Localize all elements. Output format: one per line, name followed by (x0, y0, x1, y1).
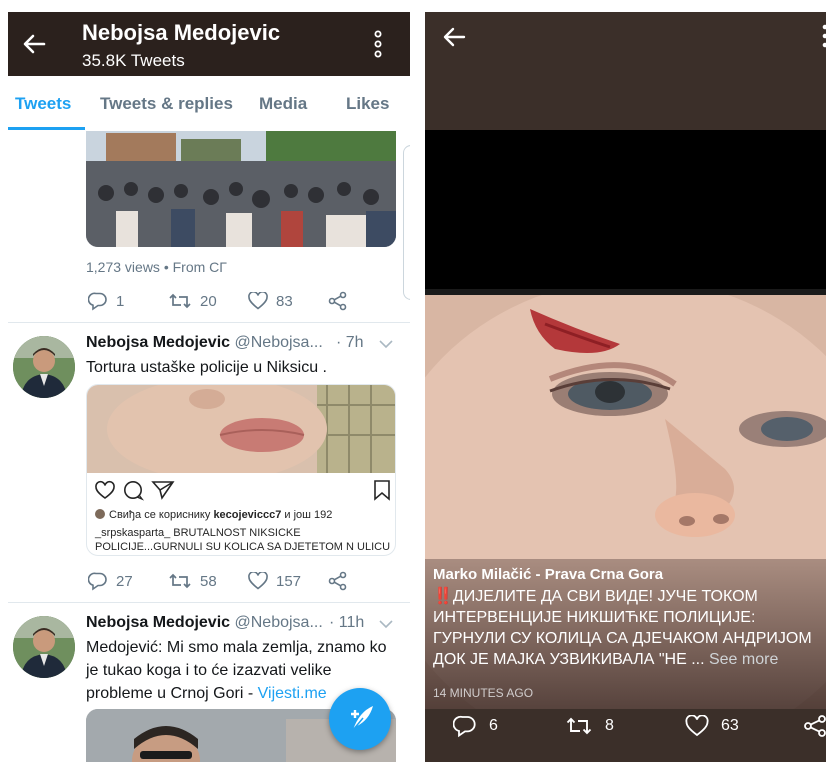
send-icon (151, 481, 175, 500)
like-icon (248, 292, 268, 310)
embed-caption-line-1: _srpskasparta_ BRUTALNOST NIKSICKE (95, 527, 301, 539)
like-count: 63 (721, 717, 739, 734)
tab-tweets[interactable]: Tweets (15, 94, 71, 114)
like-count: 83 (276, 292, 293, 310)
embed-caption-line-2: POLICIJE...GURNULI SU KOLICA SA DJETETOM… (95, 541, 391, 553)
facebook-photo-viewer: Marko Milačić - Prava Crna Gora ‼️ДИЈЕЛИ… (425, 12, 826, 762)
tab-media[interactable]: Media (259, 94, 307, 114)
post-caption: ‼️ДИЈЕЛИТЕ ДА СВИ ВИДЕ! ЈУЧЕ ТОКОМ ИНТЕР… (433, 588, 812, 668)
reply-count: 1 (116, 292, 125, 310)
tweet-author-handle[interactable]: @Nebojsa... (235, 614, 323, 631)
embed-photo (87, 385, 395, 473)
tweet-time: · 11h (329, 614, 365, 631)
embed-action-icons (95, 480, 390, 501)
retweet-icon (169, 573, 191, 589)
profile-tabs: Tweets Tweets & replies Media Likes (8, 76, 410, 130)
profile-name: Nebojsa Medojevic (82, 20, 281, 45)
tweet-actions: 27 58 157 (88, 570, 388, 594)
active-tab-indicator (8, 127, 85, 130)
reply-icon (453, 715, 476, 738)
scroll-hint (403, 145, 410, 300)
tweet-author-name[interactable]: Nebojsa Medojevic (86, 614, 230, 631)
reply-count: 6 (489, 717, 498, 734)
retweet-count: 58 (200, 572, 217, 590)
liker-avatar (95, 509, 105, 519)
tweet-header: Nebojsa Medojevic @Nebojsa... (86, 614, 323, 632)
profile-header: Nebojsa Medojevic 35.8K Tweets (8, 12, 410, 76)
tweet-time: · 7h (336, 334, 364, 351)
retweet-icon (566, 717, 592, 735)
retweet-count: 20 (200, 292, 217, 310)
chevron-down-icon[interactable] (379, 339, 393, 349)
like-button[interactable]: 63 (685, 714, 739, 738)
reply-icon (88, 572, 107, 591)
tweet-header: Nebojsa Medojevic @Nebojsa... (86, 334, 323, 352)
avatar[interactable] (13, 336, 75, 398)
tweet-actions: 1 20 83 (88, 290, 388, 314)
instagram-embed[interactable]: Свиђа се кориснику kecojeviccc7 и још 19… (86, 384, 396, 556)
like-button[interactable]: 83 (248, 290, 293, 312)
tweet-link[interactable]: Vijesti.me (258, 685, 327, 702)
retweet-count: 8 (605, 717, 614, 734)
tweet-author-handle[interactable]: @Nebojsa... (235, 334, 323, 351)
viewer-top-area (425, 12, 826, 130)
like-button[interactable]: 157 (248, 570, 301, 592)
share-icon (804, 715, 826, 737)
share-button[interactable] (803, 714, 826, 738)
tweet-author-name[interactable]: Nebojsa Medojevic (86, 334, 230, 351)
like-icon (685, 715, 709, 737)
like-count: 157 (276, 572, 302, 590)
compose-tweet-button[interactable] (329, 688, 391, 750)
reply-count: 27 (116, 572, 133, 590)
tweet-count: 35.8K Tweets (82, 51, 185, 70)
tweet-view-count: 1,273 views • From СГ (86, 259, 227, 275)
reply-button[interactable]: 27 (88, 570, 133, 592)
heart-outline-icon (95, 480, 115, 499)
tweet-text: Tortura ustaške policije u Niksicu . (86, 359, 327, 376)
reply-button[interactable]: 1 (88, 290, 124, 312)
see-more-link[interactable]: See more (709, 651, 778, 668)
retweet-icon (169, 293, 191, 309)
bookmark-icon (374, 480, 390, 501)
share-button[interactable] (328, 570, 348, 592)
share-button[interactable] (328, 290, 348, 312)
retweet-button[interactable]: 8 (565, 714, 614, 738)
retweet-button[interactable]: 58 (168, 570, 217, 592)
chevron-down-icon[interactable] (379, 619, 393, 629)
like-icon (248, 572, 268, 590)
retweet-button[interactable]: 20 (168, 290, 217, 312)
back-arrow-icon[interactable] (441, 24, 467, 50)
more-vertical-icon[interactable] (372, 30, 384, 58)
tab-likes[interactable]: Likes (346, 94, 389, 114)
avatar[interactable] (13, 616, 75, 678)
tweet-media-crowd-photo[interactable] (86, 131, 396, 247)
more-vertical-icon[interactable] (821, 24, 826, 48)
post-author[interactable]: Marko Milačić - Prava Crna Gora (433, 566, 663, 583)
tab-tweets-replies[interactable]: Tweets & replies (100, 94, 233, 114)
share-icon (328, 291, 347, 311)
twitter-profile-panel: Nebojsa Medojevic 35.8K Tweets Tweets Tw… (8, 12, 410, 762)
post-time: 14 MINUTES AGO (433, 686, 534, 700)
tweet-divider (8, 602, 410, 603)
share-icon (328, 571, 347, 591)
embed-likes: Свиђа се кориснику kecojeviccc7 и још 19… (95, 509, 332, 521)
back-arrow-icon[interactable] (20, 30, 48, 58)
reply-button[interactable]: 6 (453, 714, 498, 738)
reply-icon (88, 292, 107, 311)
compose-icon (351, 706, 373, 731)
tweet-divider (8, 322, 410, 323)
